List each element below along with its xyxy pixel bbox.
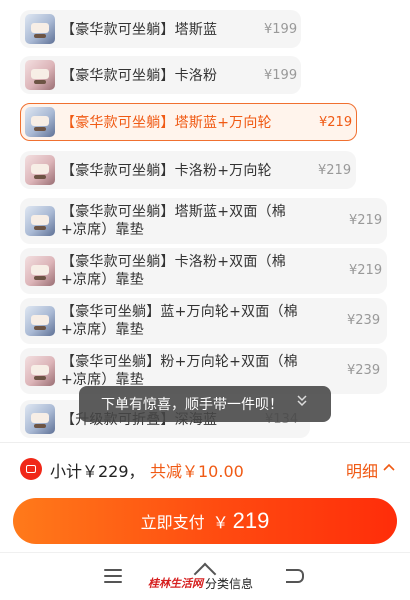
coupon-icon — [20, 458, 42, 480]
sku-option-name: 【豪华款可坐躺】卡洛粉+万向轮 — [61, 163, 272, 179]
sku-option-price: ¥239 — [347, 313, 381, 328]
pay-button-label: 立即支付 — [140, 515, 205, 532]
pay-button-currency: ￥ — [212, 515, 229, 532]
sku-option-price: ¥219 — [349, 263, 383, 278]
sku-option-list: 【豪华款可坐躺】塔斯蓝 ¥199 【豪华款可坐躺】卡洛粉 ¥199 【豪华款可坐… — [0, 0, 410, 440]
product-thumbnail — [25, 14, 55, 44]
sku-option-price: ¥199 — [264, 68, 298, 83]
promo-toast-text: 下单有惊喜，顺手带一件呗！ — [101, 397, 283, 413]
watermark: 桂林生活网 分类信息 — [148, 574, 253, 592]
product-thumbnail — [25, 256, 55, 286]
product-thumbnail — [25, 306, 55, 336]
sku-option-name: 【豪华款可坐躺】卡洛粉+双面（棉 +凉席）靠垫 — [61, 254, 286, 288]
discount-text: 共减￥10.00 — [150, 462, 244, 481]
sku-option-price: ¥219 — [349, 213, 383, 228]
divider — [0, 442, 410, 443]
sku-option-tasi-blue-cushion[interactable]: 【豪华款可坐躺】塔斯蓝+双面（棉 +凉席）靠垫 ¥219 — [20, 198, 387, 244]
sku-option-price: ¥219 — [319, 115, 353, 130]
product-thumbnail — [25, 155, 55, 185]
sku-option-price: ¥239 — [347, 363, 381, 378]
sku-option-price: ¥219 — [318, 163, 352, 178]
double-chevron-down-icon[interactable] — [297, 395, 307, 410]
sku-option-karo-pink-wheels[interactable]: 【豪华款可坐躺】卡洛粉+万向轮 ¥219 — [20, 151, 356, 189]
sku-option-karo-pink-cushion[interactable]: 【豪华款可坐躺】卡洛粉+双面（棉 +凉席）靠垫 ¥219 — [20, 248, 387, 294]
chevron-up-icon[interactable] — [383, 460, 395, 474]
detail-link[interactable]: 明细 — [346, 458, 378, 482]
product-thumbnail — [25, 60, 55, 90]
sku-option-name: 【豪华可坐躺】蓝+万向轮+双面（棉 +凉席）靠垫 — [61, 304, 298, 338]
sku-option-name: 【豪华款可坐躺】塔斯蓝 — [61, 22, 218, 38]
watermark-logo: 桂林生活网 — [148, 577, 203, 590]
sku-option-karo-pink[interactable]: 【豪华款可坐躺】卡洛粉 ¥199 — [20, 56, 301, 94]
product-thumbnail — [25, 206, 55, 236]
promo-toast[interactable]: 下单有惊喜，顺手带一件呗！ — [79, 386, 331, 422]
back-icon[interactable] — [286, 569, 304, 583]
sku-option-name: 【豪华款可坐躺】卡洛粉 — [61, 68, 218, 84]
sku-option-name: 【豪华款可坐躺】塔斯蓝+万向轮 — [61, 115, 272, 131]
sku-option-tasi-blue-wheels[interactable]: 【豪华款可坐躺】塔斯蓝+万向轮 ¥219 — [20, 103, 357, 141]
product-thumbnail — [25, 356, 55, 386]
order-summary: 小计￥229， 共减￥10.00 明细 — [0, 448, 410, 488]
pay-button-amount: 219 — [232, 508, 270, 533]
pay-now-button[interactable]: 立即支付 ￥ 219 — [13, 498, 397, 544]
sku-option-name: 【豪华款可坐躺】塔斯蓝+双面（棉 +凉席）靠垫 — [61, 204, 286, 238]
product-thumbnail — [25, 107, 55, 137]
menu-icon[interactable] — [104, 569, 122, 583]
product-thumbnail — [25, 404, 55, 434]
sku-option-name: 【豪华可坐躺】粉+万向轮+双面（棉 +凉席）靠垫 — [61, 354, 298, 388]
watermark-text: 分类信息 — [205, 576, 254, 591]
sku-option-blue-wheels-cushion[interactable]: 【豪华可坐躺】蓝+万向轮+双面（棉 +凉席）靠垫 ¥239 — [20, 298, 387, 344]
sku-option-price: ¥199 — [264, 22, 298, 37]
sku-option-tasi-blue[interactable]: 【豪华款可坐躺】塔斯蓝 ¥199 — [20, 10, 301, 48]
subtotal-text: 小计￥229， — [50, 462, 145, 481]
